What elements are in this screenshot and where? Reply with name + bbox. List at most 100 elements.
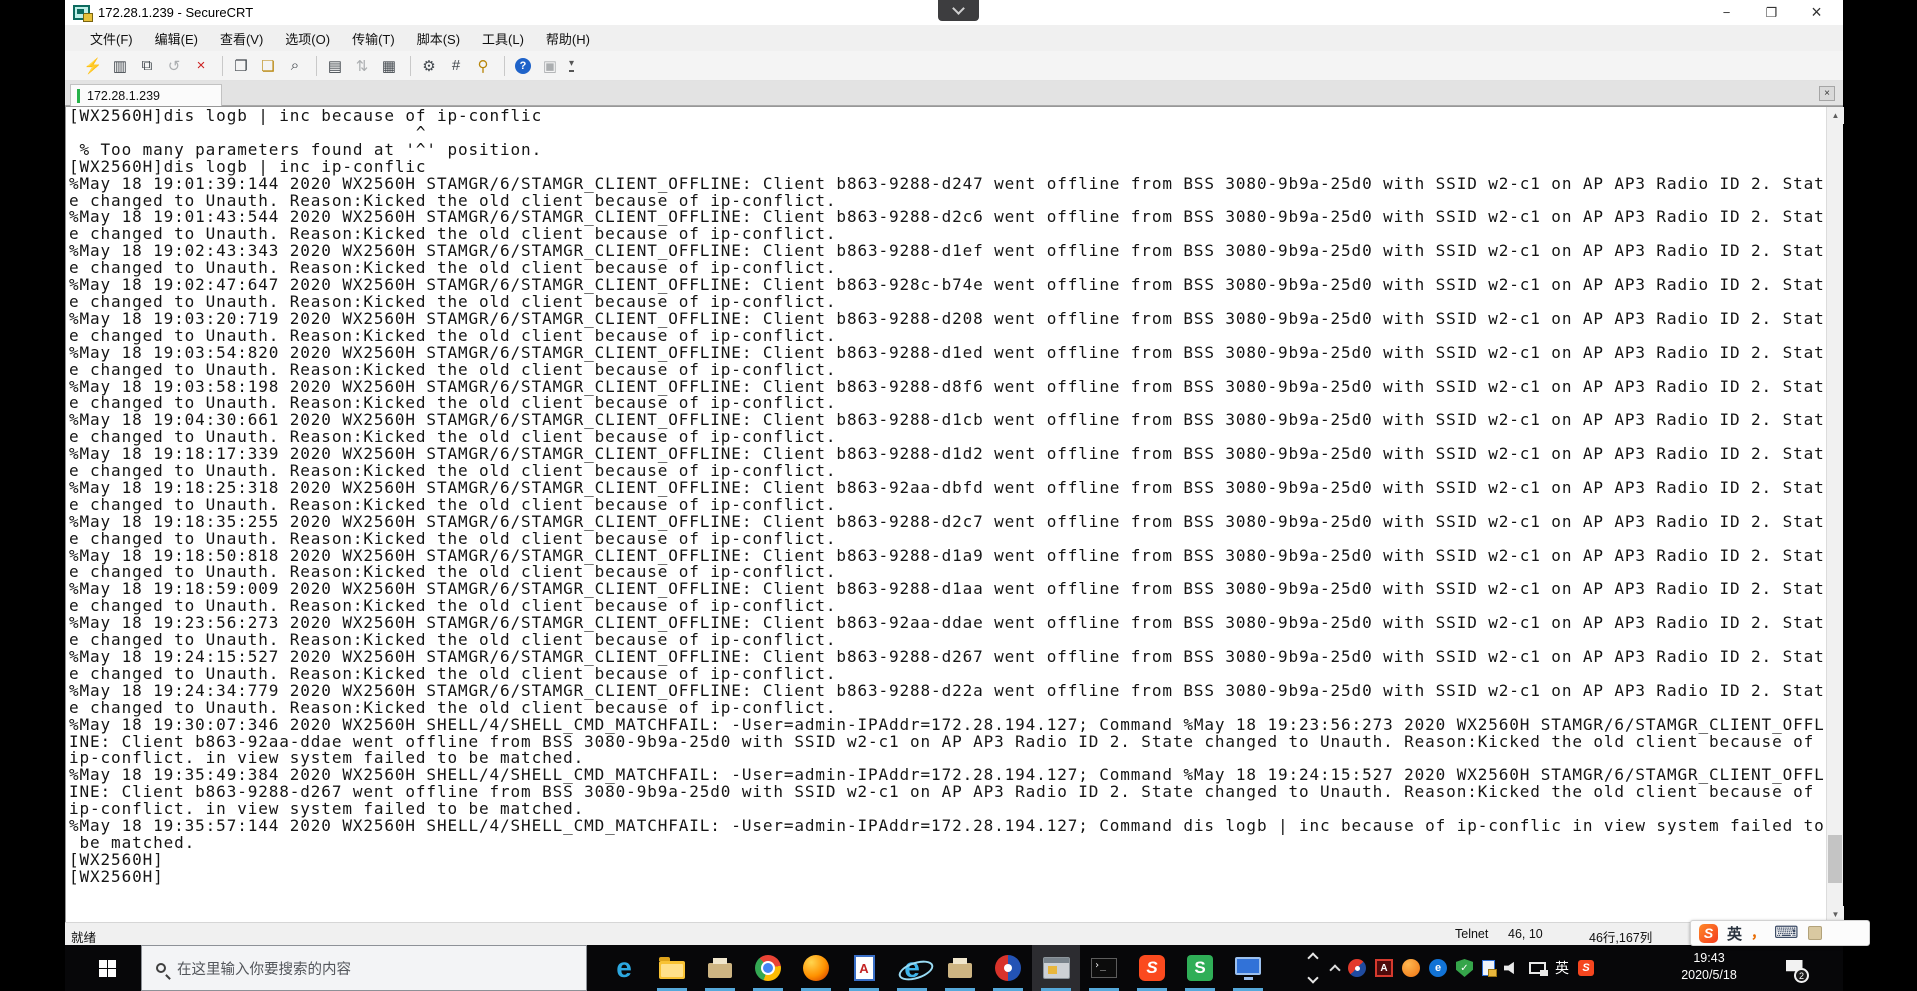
ime-keyboard-icon[interactable]: ⌨ (1774, 923, 1799, 943)
menu-file[interactable]: 文件(F) (79, 26, 144, 51)
command-prompt-icon: ›_ (1091, 958, 1117, 978)
clock-date: 2020/5/18 (1681, 968, 1737, 982)
taskbar-app-media-player[interactable] (984, 945, 1032, 991)
adobe-reader-tray-icon[interactable]: A (1375, 959, 1393, 977)
window-title: 172.28.1.239 - SecureCRT (98, 5, 254, 20)
volume-icon[interactable] (1504, 961, 1514, 975)
split-pane-icon[interactable]: ▣ (538, 54, 562, 77)
menu-script[interactable]: 脚本(S) (406, 26, 471, 51)
e-app-tray-icon[interactable]: e (1429, 959, 1447, 977)
menu-tools[interactable]: 工具(L) (471, 26, 535, 51)
tabbar-close-icon[interactable]: × (1819, 86, 1835, 101)
scroll-up-icon[interactable]: ▲ (1827, 107, 1844, 124)
security-shield-tray-icon[interactable]: ✓ (1456, 959, 1473, 977)
action-center-button[interactable]: 2 (1771, 945, 1817, 991)
folder-icon (659, 957, 685, 979)
notification-badge: 2 (1794, 968, 1809, 983)
taskbar-app-printer-2[interactable] (936, 945, 984, 991)
minimize-button[interactable]: − (1704, 0, 1749, 25)
toolbar-separator (222, 55, 223, 76)
secure-document-tray-icon[interactable] (1482, 960, 1497, 977)
taskbar-app-word-viewer[interactable]: A (840, 945, 888, 991)
find-icon[interactable]: ⌕ (283, 54, 307, 77)
session-options-icon[interactable]: ⚙ (417, 54, 441, 77)
player-collapse-button[interactable] (938, 0, 979, 21)
menu-options[interactable]: 选项(O) (274, 26, 341, 51)
taskbar: 在这里输入你要搜索的内容 e A e ›_ S S A e ✓ 英 S 19:4… (65, 945, 1843, 991)
print-preview-icon[interactable]: ▤ (323, 54, 347, 77)
start-button[interactable] (83, 945, 131, 991)
key-agent-icon[interactable]: ⚲ (471, 54, 495, 77)
terminal-output[interactable]: [WX2560H]dis logb | inc because of ip-co… (69, 107, 1825, 886)
sogou-ime-bar[interactable]: S 英 ， ⌨ (1690, 920, 1870, 946)
scrollbar-thumb[interactable] (1828, 835, 1842, 883)
connected-indicator-icon (77, 88, 80, 103)
taskbar-app-edge[interactable]: e (600, 945, 648, 991)
search-placeholder: 在这里输入你要搜索的内容 (177, 961, 351, 978)
taskbar-clock[interactable]: 19:43 2020/5/18 (1661, 950, 1757, 984)
taskbar-app-remote-viewer[interactable] (1032, 945, 1080, 991)
taskbar-app-file-explorer[interactable] (648, 945, 696, 991)
taskbar-app-internet-explorer[interactable]: e (888, 945, 936, 991)
player-scroll-arrows[interactable] (1303, 945, 1325, 991)
taskbar-apps: e A e ›_ S S (600, 945, 1272, 991)
taskbar-app-green-s[interactable]: S (1176, 945, 1224, 991)
transfer-icon[interactable]: ⇅ (350, 54, 374, 77)
taskbar-app-printer[interactable] (696, 945, 744, 991)
ime-language-mode[interactable]: 英 (1727, 923, 1742, 944)
pptv-tray-icon[interactable] (1348, 959, 1366, 977)
menu-edit[interactable]: 编辑(E) (144, 26, 209, 51)
session-manager-icon[interactable]: ▥ (108, 54, 132, 77)
remote-window-icon (1042, 957, 1070, 979)
windows-logo-icon (98, 959, 116, 977)
toolbar-overflow-icon[interactable]: ▾ (569, 58, 575, 72)
taskbar-search-input[interactable]: 在这里输入你要搜索的内容 (141, 945, 587, 991)
chevron-down-icon (952, 1, 965, 15)
tool-bar: ⚡ ▥ ⧉ ↺ × ❐ ❏ ⌕ ▤ ⇅ ▦ ⚙ # ⚲ ? ▣ ▾ (65, 51, 1843, 81)
tray-expand-icon[interactable] (1329, 964, 1341, 976)
terminal-scrollbar[interactable]: ▲ ▼ (1826, 107, 1844, 923)
ime-language-indicator[interactable]: 英 (1555, 958, 1569, 978)
system-tray: A e ✓ 英 S (1329, 945, 1594, 991)
printer-icon (948, 957, 972, 978)
paste-icon[interactable]: ❏ (256, 54, 280, 77)
disconnect-icon[interactable]: × (189, 54, 213, 77)
edge-icon: e (616, 952, 632, 983)
sogou-tray-icon[interactable]: S (1578, 960, 1594, 976)
print-icon[interactable]: ▦ (377, 54, 401, 77)
menu-transfer[interactable]: 传输(T) (341, 26, 406, 51)
sogou-icon: S (1139, 955, 1165, 981)
sogou-logo-icon[interactable]: S (1699, 923, 1718, 943)
chevron-down-icon (1307, 972, 1319, 984)
reconnect-icon[interactable]: ↺ (162, 54, 186, 77)
session-tab-label: 172.28.1.239 (87, 88, 160, 103)
menu-view[interactable]: 查看(V) (209, 26, 274, 51)
360-safe-tray-icon[interactable] (1402, 959, 1420, 977)
taskbar-app-command-prompt[interactable]: ›_ (1080, 945, 1128, 991)
new-session-icon[interactable]: ⧉ (135, 54, 159, 77)
firefox-icon (803, 955, 829, 981)
chevron-up-icon (1307, 952, 1319, 964)
help-icon[interactable]: ? (511, 54, 535, 77)
status-bar: 就绪 Telnet 46, 10 46行,167列 (65, 922, 1843, 945)
network-icon[interactable] (1529, 962, 1548, 976)
close-button[interactable]: × (1794, 0, 1839, 25)
clock-time: 19:43 (1693, 951, 1725, 965)
quick-connect-icon[interactable]: ⚡ (81, 54, 105, 77)
copy-icon[interactable]: ❐ (229, 54, 253, 77)
status-cursor-position: 46, 10 (1508, 927, 1543, 941)
session-tab[interactable]: 172.28.1.239 (70, 84, 222, 106)
toolbar-separator (504, 55, 505, 76)
ime-punctuation-icon[interactable]: ， (1751, 923, 1765, 943)
menu-help[interactable]: 帮助(H) (535, 26, 601, 51)
taskbar-app-chrome[interactable] (744, 945, 792, 991)
taskbar-app-firefox[interactable] (792, 945, 840, 991)
taskbar-app-sogou[interactable]: S (1128, 945, 1176, 991)
terminal-area[interactable]: [WX2560H]dis logb | inc because of ip-co… (65, 106, 1844, 923)
ime-skin-icon[interactable] (1807, 926, 1822, 940)
taskbar-app-my-computer[interactable] (1224, 945, 1272, 991)
log-session-icon[interactable]: # (444, 54, 468, 77)
status-terminal-size: 46行,167列 (1589, 931, 1653, 945)
restore-button[interactable]: ❐ (1749, 0, 1794, 25)
securecrt-window: 172.28.1.239 - SecureCRT − ❐ × 文件(F) 编辑(… (65, 0, 1844, 945)
